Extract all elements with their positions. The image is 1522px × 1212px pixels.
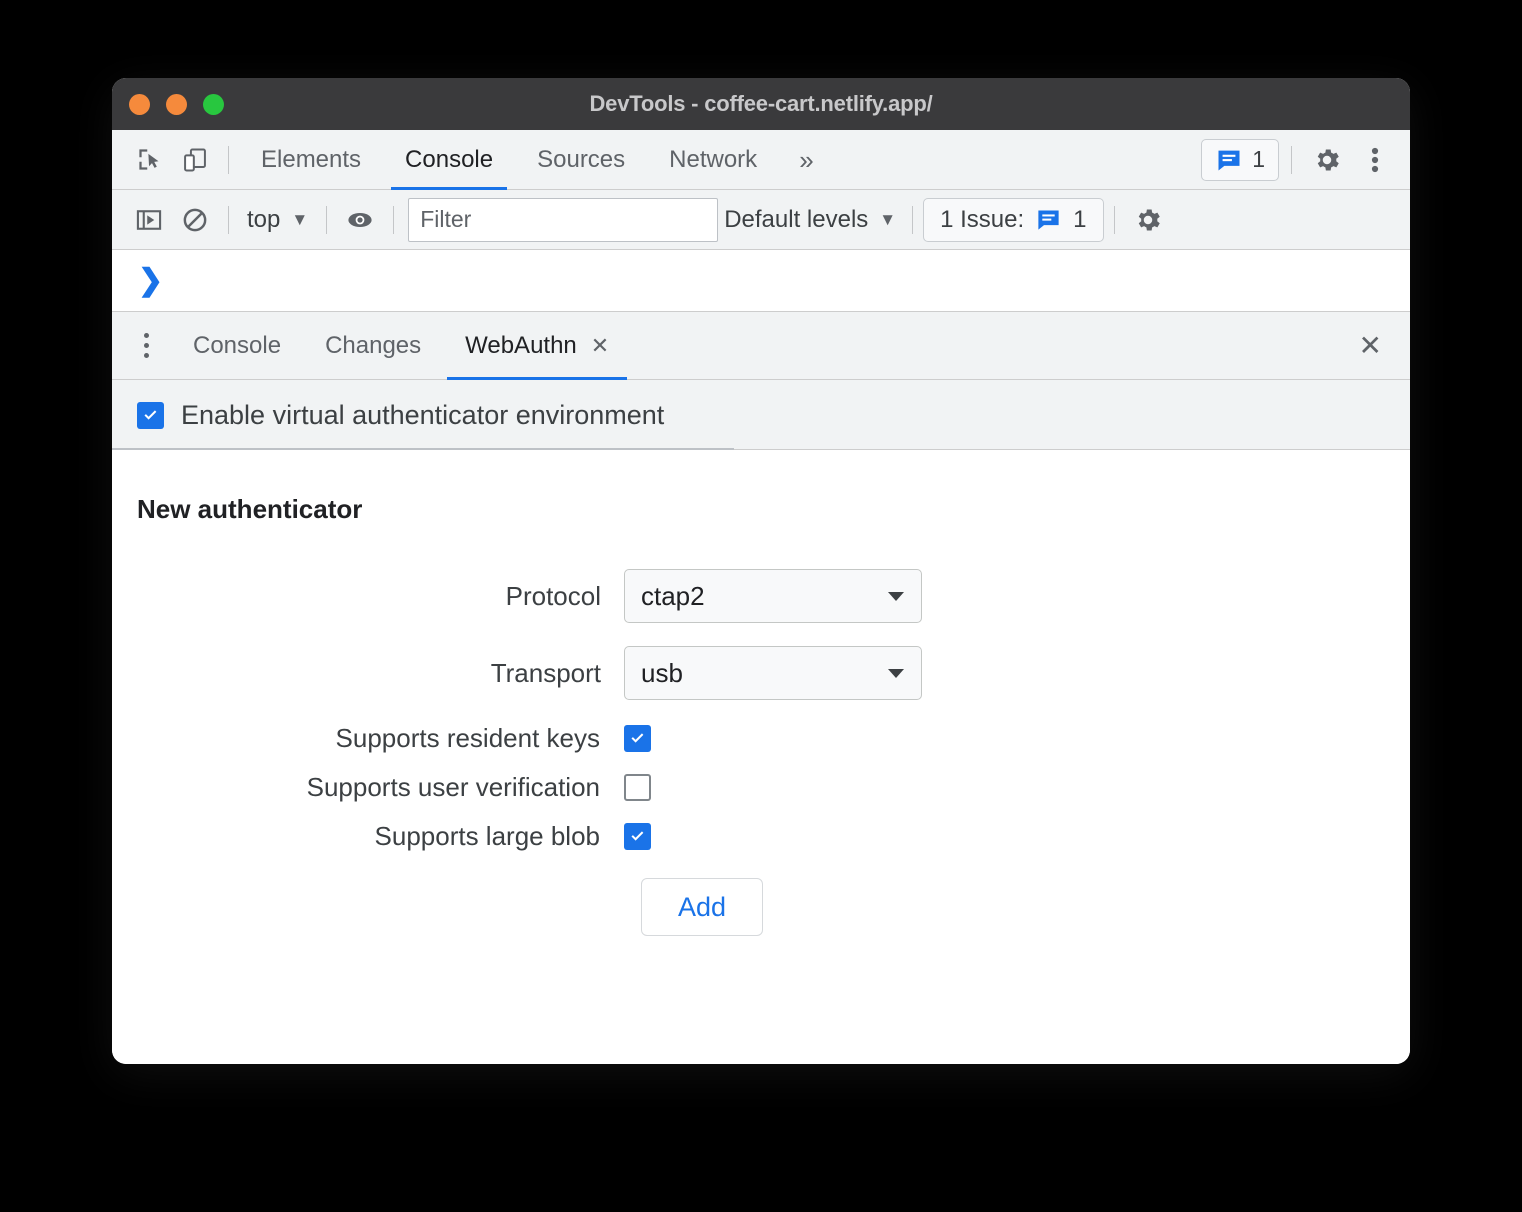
drawer-tab-webauthn-label: WebAuthn (465, 331, 577, 359)
tab-console[interactable]: Console (383, 130, 515, 190)
more-tabs-icon[interactable]: » (779, 130, 833, 190)
tab-elements[interactable]: Elements (239, 130, 383, 190)
window-controls (129, 93, 224, 115)
console-prompt-chevron-icon: ❯ (138, 263, 164, 297)
more-options-icon[interactable] (1352, 137, 1398, 183)
console-settings-gear-icon[interactable] (1125, 197, 1171, 243)
supports-resident-keys-checkbox[interactable] (624, 725, 651, 752)
close-tab-icon[interactable]: ✕ (591, 312, 609, 380)
devtools-window: DevTools - coffee-cart.netlify.app/ Elem… (112, 78, 1410, 1064)
enable-virtual-authenticator-label: Enable virtual authenticator environment (181, 399, 665, 430)
transport-label: Transport (490, 657, 601, 688)
drawer-tab-console[interactable]: Console (171, 312, 303, 380)
screenshot-root: DevTools - coffee-cart.netlify.app/ Elem… (0, 0, 1522, 1212)
log-levels-selector[interactable]: Default levels ▼ (718, 206, 902, 234)
large-blob-label: Supports large blob (374, 821, 600, 851)
add-authenticator-button[interactable]: Add (641, 878, 763, 936)
filterbar-divider-2 (326, 205, 328, 234)
transport-value: usb (641, 657, 683, 688)
enable-virtual-authenticator-checkbox[interactable] (137, 401, 164, 429)
webauthn-panel: New authenticator Protocol ctap2 Transpo… (112, 450, 1410, 1064)
large-blob-row: Supports large blob (112, 821, 1410, 852)
inspect-element-icon[interactable] (126, 137, 172, 183)
protocol-value: ctap2 (641, 580, 705, 611)
page-title: New authenticator (137, 494, 363, 524)
issues-summary-button[interactable]: 1 Issue: 1 (923, 197, 1104, 242)
filterbar-divider-4 (912, 205, 914, 234)
live-expression-eye-icon[interactable] (337, 197, 383, 243)
issues-summary-count: 1 (1073, 205, 1087, 233)
toolbar-divider-right (1291, 145, 1292, 174)
maximize-window-button[interactable] (203, 93, 224, 115)
chevron-down-icon: ▼ (291, 209, 309, 229)
window-titlebar: DevTools - coffee-cart.netlify.app/ (112, 78, 1410, 130)
close-drawer-icon[interactable]: ✕ (1359, 331, 1382, 360)
tab-sources[interactable]: Sources (515, 130, 647, 190)
resident-keys-label: Supports resident keys (335, 723, 600, 753)
device-toolbar-icon[interactable] (172, 137, 218, 183)
filterbar-divider-5 (1113, 205, 1115, 234)
filterbar-divider-1 (228, 205, 229, 234)
gear-icon[interactable] (1304, 137, 1350, 183)
supports-large-blob-checkbox[interactable] (624, 823, 651, 850)
filter-input[interactable] (408, 197, 719, 242)
execution-context-selector[interactable]: top ▼ (239, 206, 316, 234)
execution-context-value: top (247, 205, 281, 233)
transport-select[interactable]: usb (624, 646, 922, 700)
console-sidebar-toggle-icon[interactable] (126, 197, 172, 243)
issues-counter-button[interactable]: 1 (1201, 138, 1279, 181)
issues-count: 1 (1252, 146, 1265, 172)
transport-row: Transport usb (112, 646, 1410, 700)
webauthn-enable-toolbar: Enable virtual authenticator environment (112, 380, 1410, 450)
resident-keys-row: Supports resident keys (112, 723, 1410, 754)
console-output-area[interactable]: ❯ (112, 250, 1410, 312)
console-filter-toolbar: top ▼ Default levels ▼ 1 Issue: (112, 190, 1410, 250)
protocol-select[interactable]: ctap2 (624, 569, 922, 623)
chevron-down-icon-protocol (888, 591, 904, 601)
window-title: DevTools - coffee-cart.netlify.app/ (589, 91, 933, 116)
toolbar-divider (228, 145, 229, 174)
drawer-tab-console-label: Console (193, 331, 282, 359)
chevron-down-icon-levels: ▼ (879, 209, 897, 229)
tab-network[interactable]: Network (647, 130, 779, 190)
clear-console-icon[interactable] (172, 197, 218, 243)
filterbar-divider-3 (393, 205, 395, 234)
issues-summary-text: 1 Issue: (940, 205, 1025, 233)
minimize-window-button[interactable] (166, 93, 187, 115)
drawer-tab-bar: Console Changes WebAuthn ✕ ✕ (112, 312, 1410, 380)
user-verification-row: Supports user verification (112, 772, 1410, 803)
issue-message-icon (1218, 150, 1240, 170)
supports-user-verification-checkbox[interactable] (624, 774, 651, 801)
drawer-more-tools-icon[interactable] (130, 333, 171, 358)
log-levels-value: Default levels (724, 205, 869, 233)
close-window-button[interactable] (129, 93, 150, 115)
drawer-tab-changes-label: Changes (325, 331, 422, 359)
enable-bar-underline (112, 449, 1410, 450)
user-verification-label: Supports user verification (306, 772, 600, 802)
drawer-tab-webauthn[interactable]: WebAuthn ✕ (443, 312, 631, 380)
protocol-label: Protocol (505, 580, 601, 611)
issue-message-icon-2 (1038, 210, 1059, 230)
protocol-row: Protocol ctap2 (112, 569, 1410, 623)
add-button-row: Add (112, 878, 1410, 936)
devtools-main-toolbar: Elements Console Sources Network » 1 (112, 130, 1410, 190)
chevron-down-icon-transport (888, 668, 904, 678)
main-toolbar-right-group: 1 (1201, 137, 1398, 183)
drawer-tab-changes[interactable]: Changes (303, 312, 443, 380)
